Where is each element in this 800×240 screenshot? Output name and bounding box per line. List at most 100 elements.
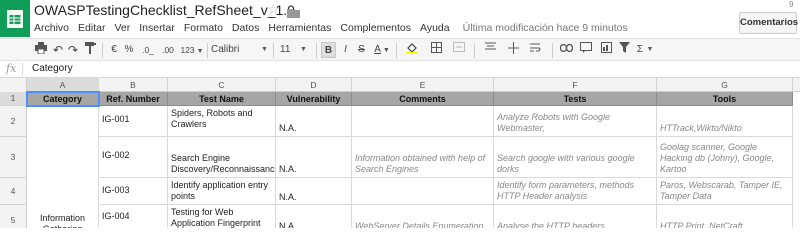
functions-icon[interactable]: Σ [634,42,646,58]
undo-icon[interactable]: ↶ [51,42,65,58]
column-header-e[interactable]: E [352,78,494,92]
comments-count: 9 [789,0,794,9]
formula-input[interactable]: Category [32,63,73,74]
decrease-decimals-button[interactable]: .0_ [139,42,157,58]
comments-cell[interactable] [352,106,494,137]
text-color-button[interactable]: A ▼ [371,42,393,58]
vulnerability-cell[interactable]: N.A. [276,106,352,137]
comments-cell[interactable]: WebServer Details Enumeration [352,205,494,228]
strikethrough-button[interactable]: S [355,42,368,58]
redo-icon[interactable]: ↷ [66,42,80,58]
header-category[interactable]: Category [27,92,99,106]
insert-chart-icon[interactable] [598,42,614,58]
column-header-b[interactable]: B [99,78,168,92]
comments-cell[interactable]: Information obtained with help of Search… [352,137,494,178]
column-header-f[interactable]: F [494,78,657,92]
percent-format-button[interactable]: % [123,42,135,58]
select-all-corner[interactable] [0,78,27,92]
currency-format-button[interactable]: € [108,42,120,58]
star-icon[interactable]: ☆ [267,1,280,18]
header-vulnerability[interactable]: Vulnerability [276,92,352,106]
column-header-d[interactable]: D [276,78,352,92]
insert-link-icon[interactable] [558,42,574,58]
header-test-name[interactable]: Test Name [168,92,276,106]
row-header-4[interactable]: 4 [0,178,27,205]
increase-decimals-button[interactable]: .00 [159,42,177,58]
paint-format-icon[interactable] [83,42,97,58]
tests-cell[interactable]: Analyse the HTTP headers [494,205,657,228]
header-comments[interactable]: Comments [352,92,494,106]
font-family-dropdown[interactable]: Calibri ▼ [211,42,271,58]
category-merged-cell[interactable]: Information Gathering [27,186,99,228]
menu-insertar[interactable]: Insertar [139,22,175,36]
test-name-cell[interactable]: Testing for Web Application Fingerprint [168,205,276,228]
chevron-down-icon: ▼ [380,47,390,54]
row-header-3[interactable]: 3 [0,137,27,178]
menu-archivo[interactable]: Archivo [34,22,69,36]
vertical-align-button[interactable] [503,42,523,58]
sheets-logo-icon[interactable] [0,0,30,37]
filter-icon[interactable] [616,42,632,58]
vulnerability-cell[interactable]: N.A. [276,137,352,178]
row-header-1[interactable]: 1 [0,92,27,106]
vulnerability-cell: N.A. [279,221,297,228]
more-formats-button[interactable]: 123 ▼ [178,42,206,58]
menu-datos[interactable]: Datos [232,22,259,36]
document-title[interactable]: OWASPTestingChecklist_RefSheet_v_1.0 [34,2,295,18]
chevron-down-icon: ▼ [194,48,204,55]
print-icon[interactable] [34,42,48,58]
tests-cell[interactable]: Analyze Robots with Google Webmaster, [494,106,657,137]
fx-icon: fx [6,62,17,75]
horizontal-align-button[interactable] [480,42,500,58]
header-ref-number[interactable]: Ref. Number [99,92,168,106]
comments-button[interactable]: Comentarios [739,12,798,34]
text-wrap-button[interactable] [526,42,546,58]
comments-cell[interactable] [352,178,494,205]
fill-color-button[interactable] [402,42,422,58]
borders-button[interactable] [426,42,446,58]
header-tools[interactable]: Tools [657,92,793,106]
column-header-g[interactable]: G [657,78,793,92]
ref-cell[interactable]: IG-004 [99,205,168,228]
toolbar-separator [102,43,103,58]
italic-button[interactable]: I [339,42,352,58]
bold-button[interactable]: B [321,42,336,58]
insert-comment-icon[interactable] [578,42,594,58]
menu-herramientas[interactable]: Herramientas [268,22,331,36]
menu-complementos[interactable]: Complementos [340,22,411,36]
ref-cell[interactable]: IG-002 [99,137,168,178]
last-edit-status[interactable]: Última modificación hace 9 minutos [463,22,628,36]
title-bar: OWASPTestingChecklist_RefSheet_v_1.0 ☆ A… [0,0,800,38]
ref-cell[interactable]: IG-001 [99,106,168,137]
row-header-5[interactable]: 5 [0,205,27,228]
tests-cell[interactable]: Identify form parameters, methods HTTP H… [494,178,657,205]
tests-cell[interactable]: Search google with various google dorks [494,137,657,178]
folder-icon[interactable] [287,5,300,23]
tools-cell[interactable]: Goolag scanner, Google Hacking db (Johny… [657,137,793,178]
menu-bar: Archivo Editar Ver Insertar Formato Dato… [34,22,637,36]
chevron-down-icon[interactable]: ▼ [646,42,654,58]
merge-cells-button[interactable] [449,42,469,58]
test-name-cell[interactable]: Identify application entry points [168,178,276,205]
chevron-down-icon: ▼ [261,46,268,53]
spreadsheet-grid[interactable]: A B C D E F G 1 2 3 4 5 Category Ref. Nu… [0,78,800,228]
menu-formato[interactable]: Formato [184,22,223,36]
toolbar-separator [316,43,317,58]
column-header-c[interactable]: C [168,78,276,92]
tools-cell[interactable]: Paros, Webscarab, Tamper IE, Tamper Data [657,178,793,205]
header-tests[interactable]: Tests [494,92,657,106]
toolbar-separator [474,43,475,58]
column-header-a[interactable]: A [27,78,99,92]
tools-cell[interactable]: HTTP Print, NetCraft [657,205,793,228]
menu-ver[interactable]: Ver [114,22,130,36]
tools-cell[interactable]: HTTrack,Wikto/Nikto [657,106,793,137]
menu-editar[interactable]: Editar [78,22,105,36]
row-header-2[interactable]: 2 [0,106,27,137]
toolbar-separator [396,43,397,58]
font-size-dropdown[interactable]: 11 ▼ [280,42,310,58]
test-name-cell[interactable]: Search Engine Discovery/Reconnaissance [168,137,276,178]
toolbar-separator [273,43,274,58]
ref-cell[interactable]: IG-003 [99,178,168,205]
menu-ayuda[interactable]: Ayuda [420,22,450,36]
test-name-cell[interactable]: Spiders, Robots and Crawlers [168,106,276,137]
